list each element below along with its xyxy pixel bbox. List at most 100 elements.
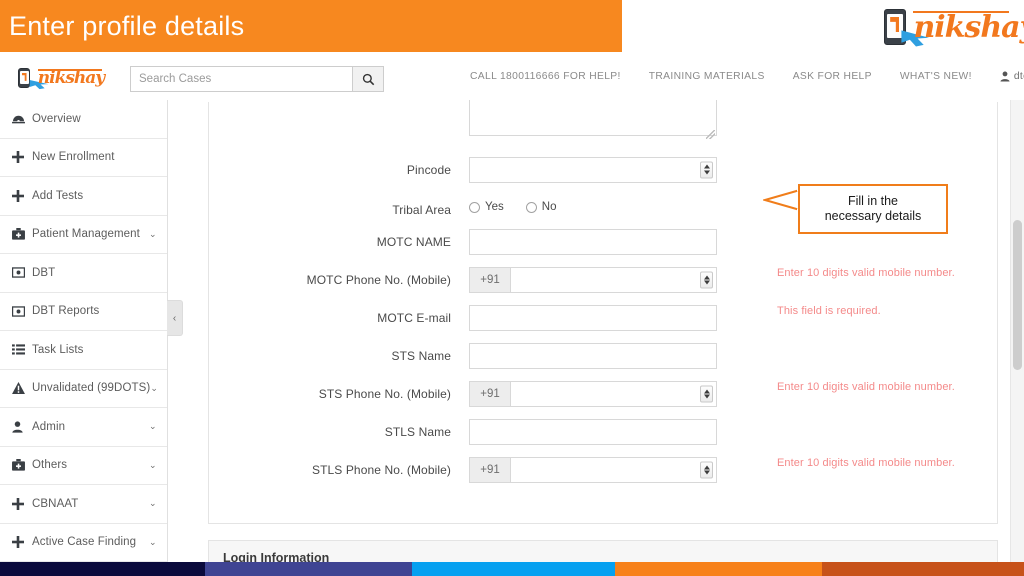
radio-label: No <box>541 201 557 213</box>
error-message-sts-phone-no-mobile: Enter 10 digits valid mobile number. <box>777 381 955 393</box>
app-root: nikshay nikshay CALL 1800116666 FOR HELP… <box>0 0 1024 576</box>
sidebar-item-add-tests[interactable]: Add Tests <box>0 177 167 216</box>
chevron-down-icon[interactable]: ⌄ <box>149 460 159 470</box>
nikshay-logo-small[interactable]: nikshay <box>18 66 105 90</box>
input-motc-phone-no-mobile[interactable] <box>510 267 717 293</box>
error-message-stls-phone-no-mobile: Enter 10 digits valid mobile number. <box>777 457 955 469</box>
country-code-prefix: +91 <box>469 457 510 483</box>
radio-icon[interactable] <box>525 201 537 213</box>
phone-icon <box>18 67 31 89</box>
form-row-motc-e-mail: MOTC E-mail This field is required. <box>209 305 997 331</box>
chevron-down-icon[interactable]: ⌄ <box>149 537 159 547</box>
sidebar-item-label: Others <box>32 459 68 472</box>
chevron-down-icon[interactable]: ⌄ <box>150 383 159 393</box>
os-taskbar <box>0 562 1024 576</box>
label-tribal-area: Tribal Area <box>392 203 451 217</box>
form-row-stls-phone-no-mobile: STLS Phone No. (Mobile) +91 Enter 10 digit… <box>209 457 997 483</box>
login-information-heading: Login Information <box>209 541 997 562</box>
sidebar-item-others[interactable]: Others ⌄ <box>0 447 167 485</box>
form-row-pincode: Pincode <box>209 157 997 183</box>
label-motc-name: MOTC NAME <box>376 235 451 249</box>
label-pincode: Pincode <box>406 163 451 177</box>
login-information-panel: Login Information <box>208 540 998 562</box>
number-spinner[interactable] <box>700 161 713 178</box>
taskbar-segment-5 <box>822 562 1024 576</box>
search-icon <box>362 73 374 85</box>
form-row-sts-name: STS Name <box>209 343 997 369</box>
label-motc-e-mail: MOTC E-mail <box>377 311 451 325</box>
country-code-prefix: +91 <box>469 267 510 293</box>
search-input[interactable] <box>130 66 352 92</box>
sidebar-item-patient-management[interactable]: Patient Management ⌄ <box>0 216 167 254</box>
chevron-down-icon[interactable]: ⌄ <box>149 422 159 431</box>
taskbar-segment-1 <box>0 562 205 576</box>
sidebar-item-task-lists[interactable]: Task Lists <box>0 331 167 370</box>
list-icon <box>12 344 32 355</box>
input-pincode[interactable] <box>469 157 717 183</box>
input-stls-name[interactable] <box>469 419 717 445</box>
sidebar-item-label: Add Tests <box>32 189 84 202</box>
input-motc-name[interactable] <box>469 229 717 255</box>
radio-option-no[interactable]: No <box>525 201 557 213</box>
search-button[interactable] <box>352 66 384 92</box>
input-stls-phone-no-mobile[interactable] <box>510 457 717 483</box>
money-icon <box>12 267 32 278</box>
radio-option-yes[interactable]: Yes <box>469 201 504 213</box>
form-row-sts-phone-no-mobile: STS Phone No. (Mobile) +91 Enter 10 digits… <box>209 381 997 407</box>
page-title: Enter profile details <box>9 10 245 41</box>
sidebar-item-label: Admin <box>32 420 66 433</box>
radio-icon[interactable] <box>469 201 480 213</box>
sidebar-collapse-toggle[interactable]: ‹ <box>167 300 183 336</box>
sidebar-item-overview[interactable]: Overview <box>0 100 167 139</box>
nav-link-call-help[interactable]: CALL 1800116666 FOR HELP! <box>470 71 621 82</box>
chevron-down-icon[interactable]: ⌄ <box>149 229 159 239</box>
phone-input-group: +91 <box>469 267 717 293</box>
logo-wordmark: nikshay <box>913 9 1024 45</box>
sidebar-item-new-enrollment[interactable]: New Enrollment <box>0 139 167 177</box>
nikshay-logo-large: nikshay <box>884 6 1024 48</box>
callout-line-2: necessary details <box>824 209 922 223</box>
sidebar-item-dbt-reports[interactable]: DBT Reports <box>0 293 167 331</box>
form-row-motc-phone-no-mobile: MOTC Phone No. (Mobile) +91 Enter 10 digit… <box>209 267 997 293</box>
label-sts-phone-no-mobile: STS Phone No. (Mobile) <box>318 387 451 401</box>
number-spinner[interactable] <box>700 271 713 289</box>
sidebar-item-label: DBT <box>32 266 56 279</box>
radio-label: Yes <box>485 201 504 213</box>
sidebar-item-dbt[interactable]: DBT <box>0 254 167 293</box>
search-bar <box>130 66 384 92</box>
label-stls-name: STLS Name <box>384 425 451 439</box>
nav-link-ask-for-help[interactable]: ASK FOR HELP <box>793 71 872 82</box>
profile-form: Pincode Tribal Area Yes No MOTC NAME MOTC Pho… <box>209 100 997 495</box>
chevron-down-icon[interactable]: ⌄ <box>149 499 159 508</box>
sidebar-item-admin[interactable]: Admin ⌄ <box>0 408 167 447</box>
sidebar-item-cbnaat[interactable]: CBNAAT ⌄ <box>0 485 167 524</box>
user-menu[interactable]: dto-MPBPL <box>1000 71 1024 82</box>
sidebar-item-label: Active Case Finding <box>32 536 137 549</box>
taskbar-segment-2 <box>205 562 412 576</box>
sidebar-item-label: Unvalidated (99DOTS) <box>32 382 151 395</box>
vertical-scrollbar[interactable] <box>1010 100 1024 562</box>
plus-icon <box>12 497 32 510</box>
callout-line-1: Fill in the <box>847 194 899 208</box>
number-spinner[interactable] <box>700 385 713 403</box>
top-navigation: CALL 1800116666 FOR HELP! TRAINING MATER… <box>470 71 1024 82</box>
input-sts-name[interactable] <box>469 343 717 369</box>
input-motc-e-mail[interactable] <box>469 305 717 331</box>
sidebar: Overview New Enrollment Add Tests Patient M… <box>0 100 168 562</box>
nav-link-training-materials[interactable]: TRAINING MATERIALS <box>649 71 765 82</box>
money-icon <box>12 306 32 317</box>
taskbar-segment-3 <box>412 562 615 576</box>
sidebar-item-unvalidated-99dots[interactable]: Unvalidated (99DOTS) ⌄ <box>0 370 167 408</box>
input-sts-phone-no-mobile[interactable] <box>510 381 717 407</box>
address-textarea[interactable] <box>469 100 717 136</box>
number-spinner[interactable] <box>700 461 713 479</box>
nav-link-whats-new[interactable]: WHAT'S NEW! <box>900 71 972 82</box>
label-stls-phone-no-mobile: STLS Phone No. (Mobile) <box>311 463 451 477</box>
sidebar-item-label: DBT Reports <box>32 305 100 318</box>
user-icon <box>1000 71 1010 82</box>
sidebar-item-active-case-finding[interactable]: Active Case Finding ⌄ <box>0 524 167 562</box>
sidebar-item-label: Patient Management <box>32 228 140 241</box>
scrollbar-thumb[interactable] <box>1013 220 1022 370</box>
plus-icon <box>12 189 32 202</box>
briefcase-medical-icon <box>12 459 32 471</box>
